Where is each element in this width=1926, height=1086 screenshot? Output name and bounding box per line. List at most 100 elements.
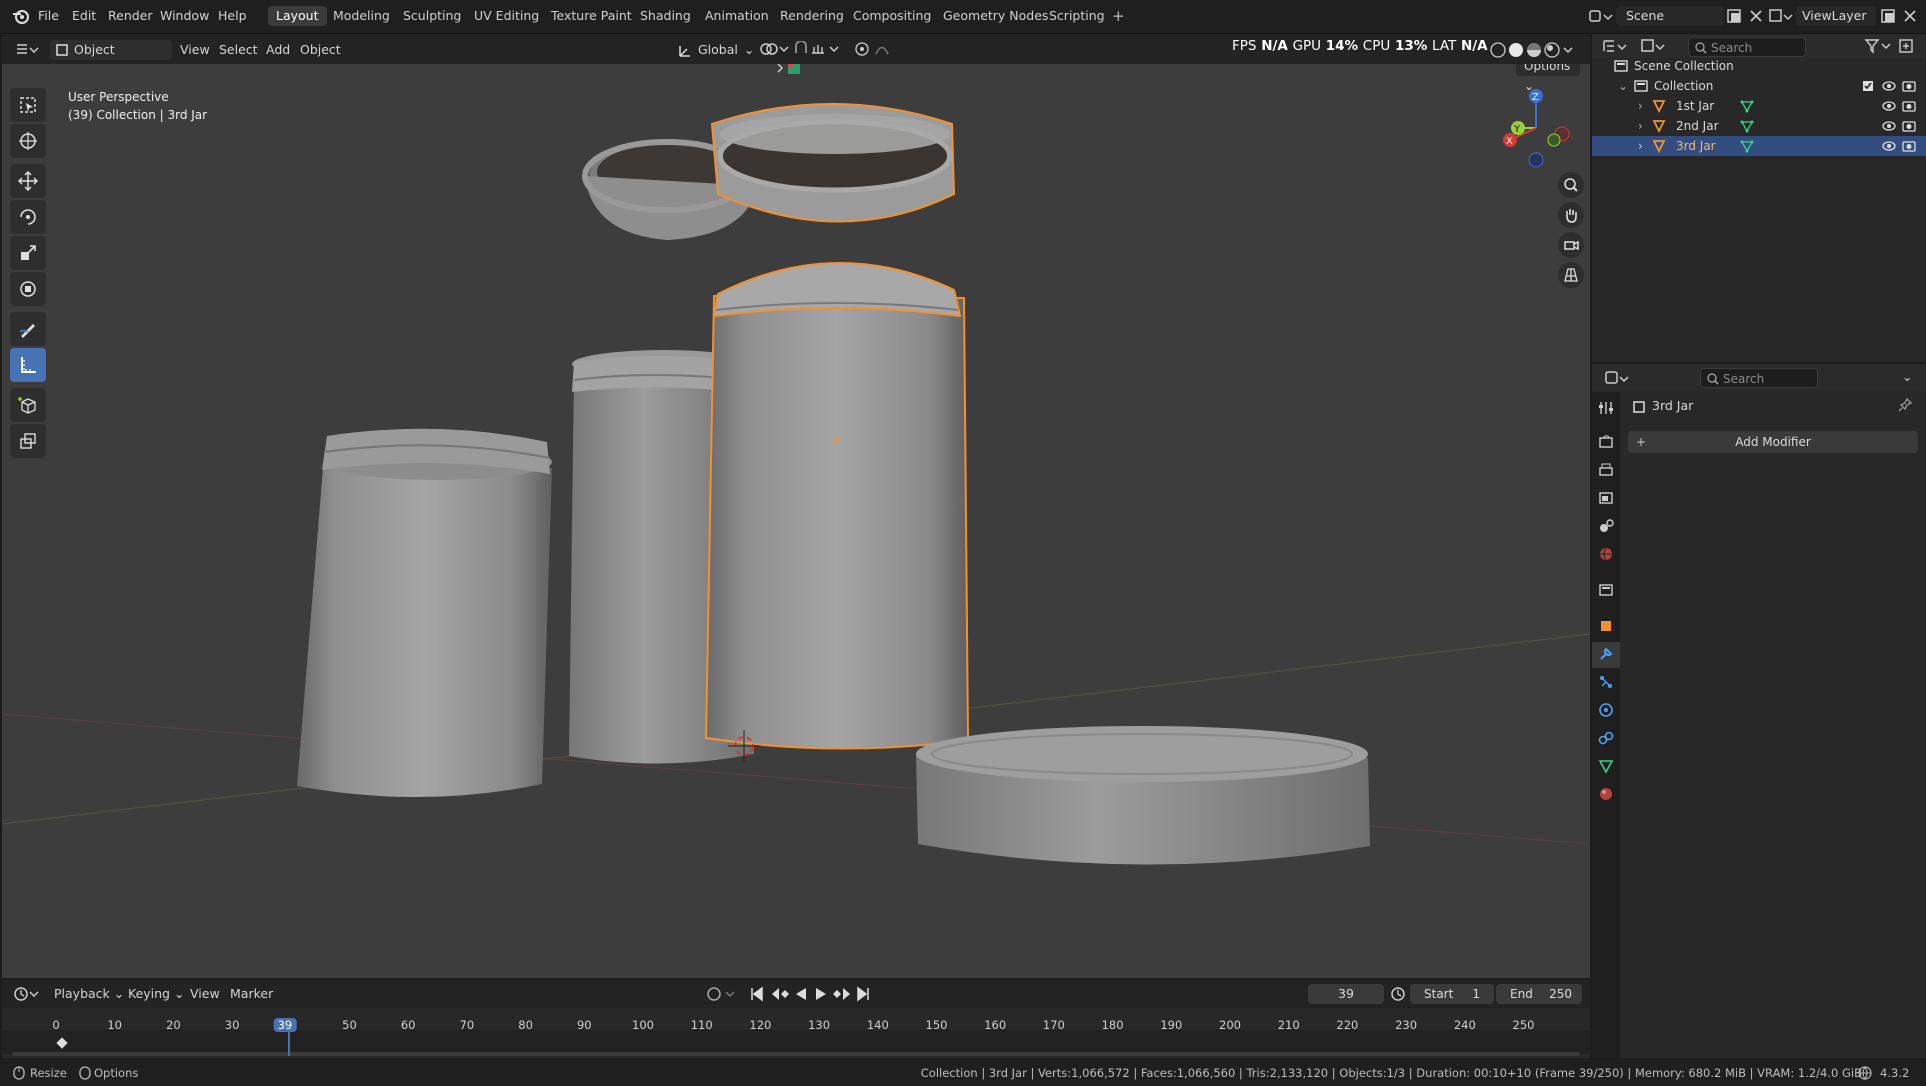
add-modifier-button[interactable]: + Add Modifier (1628, 431, 1918, 453)
render-camera-icon[interactable] (1902, 79, 1916, 93)
current-frame-indicator[interactable]: 39 (273, 1018, 297, 1032)
properties-options-icon[interactable]: ⌄ (1902, 369, 1912, 384)
timeline-tick-label[interactable]: 140 (867, 1018, 889, 1032)
properties-search-input[interactable]: Search (1700, 368, 1818, 388)
timeline-tick-label[interactable]: 50 (342, 1018, 357, 1032)
view-layer-icon[interactable] (1768, 7, 1794, 25)
measure-tool[interactable] (10, 348, 46, 382)
menu-window[interactable]: Window (160, 8, 209, 23)
view-layer-tab-icon[interactable] (1598, 490, 1614, 506)
visibility-eye-icon[interactable] (1882, 120, 1896, 132)
timeline-tick-label[interactable]: 230 (1395, 1018, 1417, 1032)
expand-object-icon[interactable]: › (1638, 96, 1643, 116)
timeline-track-area[interactable] (2, 1030, 1590, 1054)
editor-type-icon[interactable] (14, 40, 40, 58)
timeline-tick-label[interactable]: 100 (632, 1018, 654, 1032)
delete-view-layer-icon[interactable] (1902, 8, 1918, 24)
workspace-tab-sculpting[interactable]: Sculpting (395, 6, 469, 26)
add-workspace-icon[interactable]: + (1112, 7, 1125, 25)
extrude-tool[interactable] (10, 424, 46, 458)
outliner-row-2nd-jar[interactable]: › 2nd Jar (1592, 116, 1926, 136)
timeline-tick-label[interactable]: 10 (107, 1018, 122, 1032)
visibility-eye-icon[interactable] (1882, 80, 1896, 92)
outliner-row-1st-jar[interactable]: › 1st Jar (1592, 96, 1926, 116)
expand-object-icon[interactable]: › (1638, 116, 1643, 136)
particles-tab-icon[interactable] (1598, 674, 1614, 690)
scene-tab-icon[interactable] (1598, 518, 1614, 534)
timeline-tick-label[interactable]: 210 (1278, 1018, 1300, 1032)
physics-tab-icon[interactable] (1598, 702, 1614, 718)
output-tab-icon[interactable] (1598, 462, 1614, 478)
scale-tool[interactable] (10, 236, 46, 270)
modifier-tab-icon[interactable] (1598, 646, 1614, 662)
current-frame-field[interactable]: 39 (1308, 984, 1384, 1004)
use-preview-range-icon[interactable] (1390, 986, 1406, 1002)
expand-collection-icon[interactable]: ⌄ (1618, 76, 1628, 96)
data-tab-icon[interactable] (1598, 758, 1614, 774)
jar-body-selected[interactable] (704, 262, 970, 750)
scene-type-icon[interactable] (1588, 7, 1614, 25)
navigation-gizmo[interactable]: Z Y X (1496, 88, 1576, 168)
3d-viewport[interactable]: User Perspective (39) Collection | 3rd J… (2, 64, 1590, 978)
timeline-tick-label[interactable]: 110 (691, 1018, 713, 1032)
new-scene-icon[interactable] (1726, 8, 1742, 24)
jump-to-keyframe-back-icon[interactable] (770, 986, 790, 1002)
outliner-row-3rd-jar[interactable]: › 3rd Jar (1592, 136, 1926, 156)
outliner-search-input[interactable]: Search (1688, 37, 1806, 57)
world-tab-icon[interactable] (1598, 546, 1614, 562)
rendered-shading-icon[interactable] (1544, 42, 1560, 58)
workspace-tab-shading[interactable]: Shading (632, 6, 699, 26)
timeline-tick-label[interactable]: 120 (749, 1018, 771, 1032)
timeline-tick-label[interactable]: 170 (1043, 1018, 1065, 1032)
timeline-tick-label[interactable]: 80 (518, 1018, 533, 1032)
end-frame-field[interactable]: End 250 (1496, 984, 1582, 1004)
pivot-point-icon[interactable] (760, 41, 790, 57)
menu-select[interactable]: Select (213, 40, 264, 60)
jump-to-keyframe-forward-icon[interactable] (832, 986, 852, 1002)
perspective-toggle-icon[interactable] (1558, 262, 1584, 288)
filter-icon[interactable] (1864, 38, 1894, 54)
render-camera-icon[interactable] (1902, 119, 1916, 133)
play-reverse-icon[interactable] (794, 986, 808, 1002)
jar-body-left[interactable] (297, 428, 552, 798)
workspace-tab-rendering[interactable]: Rendering (772, 6, 852, 26)
snap-icon[interactable] (794, 41, 844, 57)
timeline-tick-label[interactable]: 240 (1454, 1018, 1476, 1032)
jump-to-start-icon[interactable] (750, 986, 764, 1002)
solid-shading-icon[interactable] (1509, 43, 1523, 57)
outliner-editor-type-icon[interactable] (1602, 37, 1630, 55)
camera-view-icon[interactable] (1558, 232, 1584, 258)
play-icon[interactable] (814, 986, 828, 1002)
workspace-tab-compositing[interactable]: Compositing (845, 6, 939, 26)
blender-logo-icon[interactable] (12, 8, 30, 24)
workspace-tab-modeling[interactable]: Modeling (325, 6, 398, 26)
annotate-tool[interactable] (10, 312, 46, 346)
expand-object-icon[interactable]: › (1638, 136, 1643, 156)
menu-view[interactable]: View (174, 40, 216, 60)
start-frame-field[interactable]: Start 1 (1410, 984, 1494, 1004)
display-mode-icon[interactable] (1640, 37, 1668, 55)
workspace-tab-geometry-nodes[interactable]: Geometry Nodes (935, 6, 1056, 26)
material-tab-icon[interactable] (1598, 786, 1614, 802)
marker-menu[interactable]: Marker (224, 984, 279, 1004)
outliner-row-collection[interactable]: ⌄ Collection (1592, 76, 1926, 96)
new-collection-icon[interactable] (1898, 38, 1914, 54)
timeline-tick-label[interactable]: 30 (225, 1018, 240, 1032)
auto-keying-icon[interactable] (706, 986, 740, 1002)
timeline-tick-label[interactable]: 250 (1513, 1018, 1535, 1032)
timeline-tick-label[interactable]: 60 (401, 1018, 416, 1032)
zoom-icon[interactable] (1558, 172, 1584, 198)
pan-hand-icon[interactable] (1558, 202, 1584, 228)
timeline-tick-label[interactable]: 190 (1160, 1018, 1182, 1032)
workspace-tab-texture-paint[interactable]: Texture Paint (543, 6, 640, 26)
jar-lid-selected[interactable] (710, 103, 956, 223)
menu-object[interactable]: Object (294, 40, 347, 60)
view-layer-selector[interactable]: ViewLayer (1796, 6, 1876, 26)
workspace-tab-layout[interactable]: Layout (268, 6, 327, 26)
constraints-tab-icon[interactable] (1598, 730, 1614, 746)
timeline-editor-type-icon[interactable] (14, 986, 42, 1002)
workspace-tab-scripting[interactable]: Scripting (1041, 6, 1113, 26)
pin-icon[interactable] (1898, 398, 1912, 412)
new-view-layer-icon[interactable] (1880, 8, 1896, 24)
timeline-tick-label[interactable]: 20 (166, 1018, 181, 1032)
